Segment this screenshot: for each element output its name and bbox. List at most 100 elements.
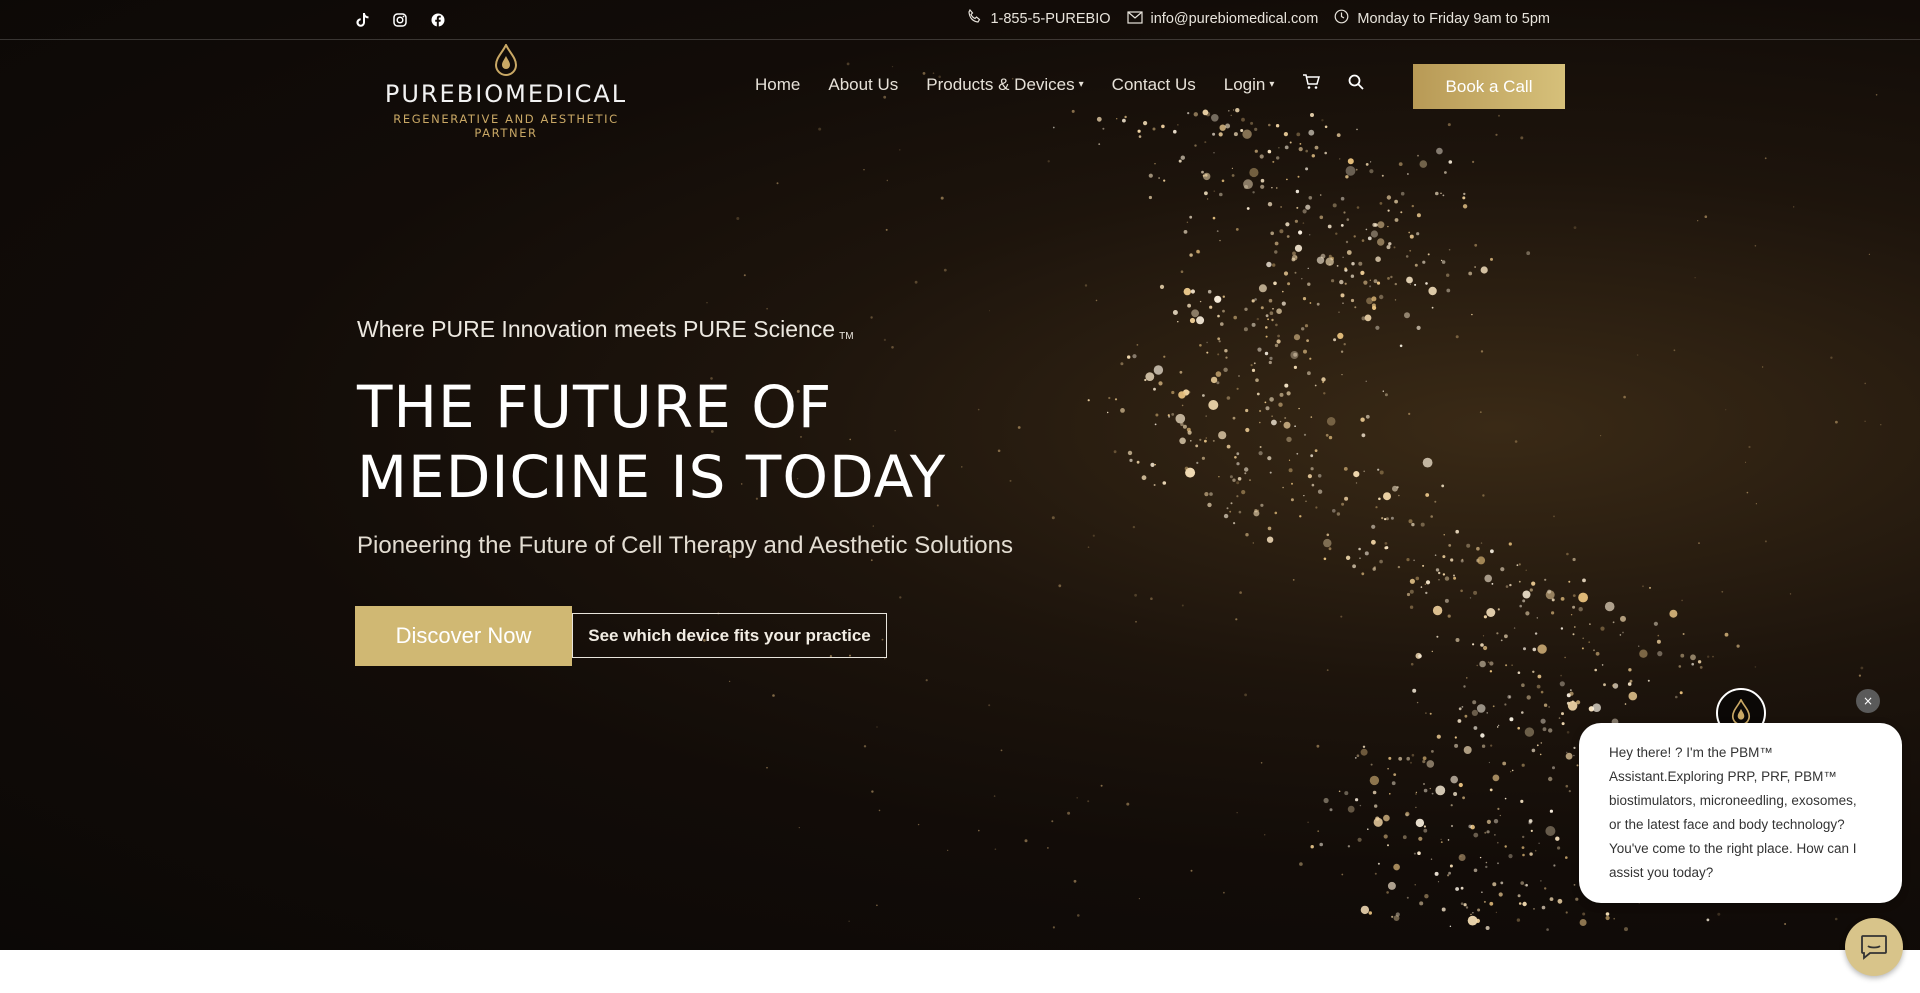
particle: [1377, 221, 1385, 229]
device-finder-button[interactable]: See which device fits your practice: [572, 613, 887, 658]
particle: [1276, 339, 1281, 344]
particle: [1244, 693, 1247, 697]
particle: [1314, 449, 1318, 452]
particle: [1346, 218, 1350, 221]
particle: [1360, 748, 1368, 756]
nav-login[interactable]: Login ▾: [1224, 75, 1275, 95]
particle: [1276, 187, 1278, 189]
particle: [1507, 695, 1512, 699]
particle: [1516, 918, 1521, 922]
particle: [1463, 685, 1466, 688]
email-contact[interactable]: info@purebiomedical.com: [1126, 10, 1318, 28]
particle: [1258, 451, 1263, 456]
cart-icon[interactable]: [1302, 74, 1321, 95]
particle: [1204, 439, 1207, 443]
particle: [1190, 440, 1192, 442]
particle: [1704, 215, 1708, 218]
particle: [1344, 282, 1347, 285]
nav-products[interactable]: Products & Devices ▾: [926, 75, 1083, 95]
particle: [1264, 401, 1267, 404]
particle: [1557, 898, 1563, 904]
particle: [1481, 744, 1486, 748]
particle: [876, 726, 878, 728]
discover-now-button[interactable]: Discover Now: [355, 606, 572, 666]
nav-home[interactable]: Home: [755, 75, 800, 95]
particle: [1381, 517, 1384, 520]
particle: [1208, 400, 1219, 410]
chat-launcher-button[interactable]: [1845, 918, 1903, 976]
particle: [1437, 881, 1440, 883]
particle: [1337, 332, 1344, 339]
particle: [1480, 643, 1484, 647]
particle: [1236, 462, 1240, 466]
tiktok-icon[interactable]: [352, 10, 372, 30]
particle: [1578, 607, 1583, 612]
particle: [1296, 132, 1301, 137]
particle: [1642, 585, 1644, 588]
particle: [1409, 283, 1411, 285]
particle: [1624, 703, 1627, 705]
particle: [1393, 915, 1400, 921]
particle: [1279, 420, 1282, 423]
particle: [1384, 542, 1388, 545]
particle: [1524, 727, 1535, 737]
particle: [1373, 279, 1378, 284]
particle: [1520, 799, 1524, 804]
particle: [1310, 416, 1313, 418]
particle: [1450, 775, 1458, 784]
particle: [1235, 618, 1238, 621]
particle: [1565, 911, 1568, 914]
particle: [1415, 793, 1417, 795]
particle: [1486, 712, 1488, 714]
particle: [1483, 900, 1486, 903]
particle: [1319, 842, 1323, 847]
facebook-icon[interactable]: [428, 10, 448, 30]
particle: [1393, 773, 1397, 776]
book-call-button[interactable]: Book a Call: [1413, 64, 1565, 109]
nav-about[interactable]: About Us: [828, 75, 898, 95]
particle: [872, 525, 874, 527]
particle: [1328, 547, 1332, 551]
particle: [1307, 821, 1309, 824]
nav-contact[interactable]: Contact Us: [1112, 75, 1196, 95]
particle: [1163, 355, 1166, 358]
particle: [1249, 479, 1251, 481]
particle: [1430, 515, 1433, 518]
particle: [1009, 479, 1012, 482]
particle: [1372, 790, 1377, 795]
particle: [1324, 151, 1327, 155]
particle: [1114, 398, 1118, 401]
particle: [1551, 611, 1555, 615]
particle: [1321, 119, 1324, 122]
particle: [1332, 203, 1337, 208]
site-logo[interactable]: PUREBIOMEDICAL REGENERATIVE AND AESTHETI…: [366, 42, 646, 140]
chat-close-button[interactable]: ×: [1856, 689, 1880, 713]
nav-products-label: Products & Devices: [926, 74, 1075, 94]
particle: [1222, 309, 1225, 313]
particle: [1384, 546, 1388, 550]
particle: [1754, 666, 1757, 668]
phone-contact[interactable]: 1-855-5-PUREBIO: [967, 8, 1111, 28]
particle: [1764, 540, 1767, 543]
instagram-icon[interactable]: [390, 10, 410, 30]
particle: [1761, 366, 1764, 368]
particle: [1127, 355, 1131, 359]
particle: [1259, 409, 1262, 413]
particle: [1669, 609, 1678, 618]
particle: [1340, 293, 1345, 298]
particle: [1500, 881, 1504, 885]
particle: [1067, 811, 1071, 815]
particle: [1171, 390, 1175, 395]
particle: [1374, 804, 1378, 808]
particle: [1454, 743, 1459, 748]
particle: [1051, 516, 1055, 520]
particle: [1466, 543, 1471, 548]
particle: [1359, 804, 1362, 807]
particle: [1422, 564, 1425, 567]
search-icon[interactable]: [1348, 74, 1365, 95]
particle: [1371, 524, 1376, 529]
particle: [1858, 674, 1861, 677]
particle: [1555, 836, 1560, 841]
particle: [1175, 413, 1186, 424]
particle: [1442, 194, 1445, 197]
